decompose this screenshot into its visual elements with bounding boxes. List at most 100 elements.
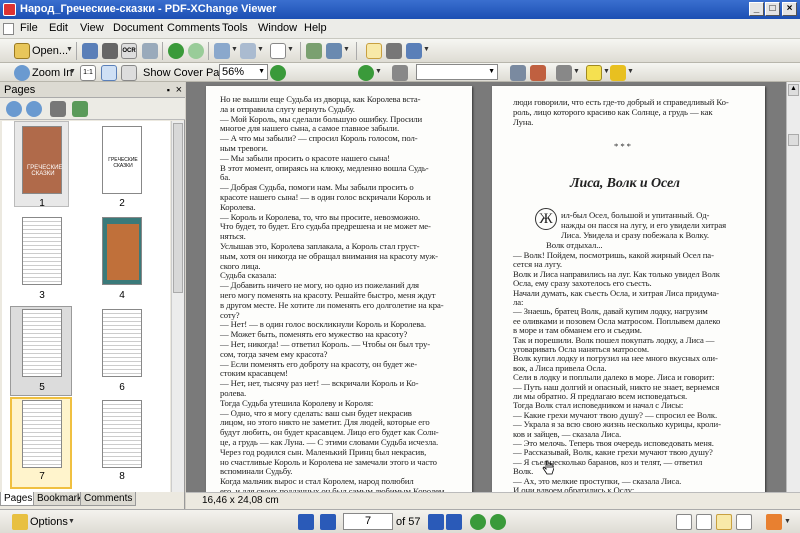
menu-comments[interactable]: Comments — [167, 22, 220, 34]
thumbnail-scroll-thumb[interactable] — [173, 123, 183, 293]
thumbnail-page-2[interactable]: ГРЕЧЕСКИЕ СКАЗКИ — [102, 126, 142, 194]
thumbnail-page-6[interactable] — [102, 309, 142, 377]
previous-page-icon[interactable] — [320, 514, 336, 530]
current-page-input[interactable]: 7 — [343, 513, 393, 530]
page-text-line: сом, тогда зачем ему красота? — [220, 348, 328, 359]
select-dropdown-icon[interactable]: ▼ — [423, 46, 430, 53]
print-icon[interactable] — [102, 43, 118, 59]
zoom-dropdown-icon[interactable]: ▼ — [69, 68, 76, 75]
email-icon[interactable] — [142, 43, 158, 59]
tools-icon[interactable] — [766, 514, 782, 530]
find-next-icon[interactable] — [510, 65, 526, 81]
undo-dropdown-icon[interactable]: ▼ — [231, 46, 238, 53]
add-icon[interactable] — [358, 65, 374, 81]
menu-document[interactable]: Document — [113, 22, 163, 34]
thumbnail-scrollbar[interactable] — [171, 121, 184, 515]
save-icon[interactable] — [82, 43, 98, 59]
forward-icon[interactable] — [188, 43, 204, 59]
menu-edit[interactable]: Edit — [49, 22, 68, 34]
add-dropdown-icon[interactable]: ▼ — [375, 68, 382, 75]
highlight-icon[interactable] — [610, 65, 626, 81]
continuous-view-icon[interactable] — [696, 514, 712, 530]
thumb-zoom-out-icon[interactable] — [26, 101, 42, 117]
thumb-options-icon[interactable] — [72, 101, 88, 117]
thumbnail-page-5[interactable] — [22, 309, 62, 377]
menu-view[interactable]: View — [80, 22, 104, 34]
thumb-label-4: 4 — [119, 290, 125, 301]
hand-tool-icon[interactable] — [366, 43, 382, 59]
document-scrollbar[interactable]: ▲ ▼ — [786, 82, 800, 519]
menu-file[interactable]: File — [20, 22, 38, 34]
open-button[interactable]: Open... — [32, 45, 68, 57]
back-icon[interactable] — [168, 43, 184, 59]
thumbnail-page-4[interactable] — [102, 217, 142, 285]
last-page-icon[interactable] — [446, 514, 462, 530]
note-icon[interactable] — [586, 65, 602, 81]
zoom-in-icon[interactable] — [14, 65, 30, 81]
minimize-button[interactable]: _ — [749, 2, 764, 16]
page-dropdown-icon[interactable]: ▼ — [287, 46, 294, 53]
first-page-icon[interactable] — [298, 514, 314, 530]
menu-tools[interactable]: Tools — [222, 22, 248, 34]
menu-window[interactable]: Window — [258, 22, 297, 34]
zoom-input[interactable]: 56% ▼ — [219, 64, 268, 80]
binoculars-icon[interactable] — [392, 65, 408, 81]
thumbnail-page-1[interactable]: ГРЕЧЕСКИЕ СКАЗКИ — [22, 126, 62, 194]
single-page-view-icon[interactable] — [676, 514, 692, 530]
page-icon[interactable] — [270, 43, 286, 59]
close-button[interactable]: × — [782, 2, 797, 16]
options-dropdown-icon[interactable]: ▼ — [68, 518, 75, 525]
facing-view-icon[interactable] — [716, 514, 732, 530]
search-input[interactable]: ▼ — [416, 64, 498, 80]
nav-forward-icon[interactable] — [490, 514, 506, 530]
thumbnail-page-8[interactable] — [102, 400, 142, 468]
page-text-line: нажды он пасся на лугу, и его увидели хи… — [561, 220, 726, 230]
ocr-icon[interactable]: OCR — [121, 43, 137, 59]
note-dropdown-icon[interactable]: ▼ — [603, 68, 610, 75]
redo-icon[interactable] — [240, 43, 256, 59]
comment-dropdown-icon[interactable]: ▼ — [573, 68, 580, 75]
panel-menu-icon[interactable]: ▪ — [167, 82, 170, 98]
menu-help[interactable]: Help — [304, 22, 327, 34]
document-icon[interactable] — [3, 23, 14, 35]
comment-tool-icon[interactable] — [556, 65, 572, 81]
tab-comments[interactable]: Comments — [80, 492, 137, 506]
pages-dropdown-icon[interactable]: ▼ — [343, 46, 350, 53]
open-dropdown-icon[interactable]: ▼ — [66, 46, 73, 53]
thumb-print-icon[interactable] — [50, 101, 66, 117]
zoom-out-icon[interactable] — [270, 65, 286, 81]
thumb-zoom-in-icon[interactable] — [6, 101, 22, 117]
find-prev-icon[interactable] — [530, 65, 546, 81]
page-text-line: це, а грудь — как Луна. — С этими словам… — [220, 437, 439, 447]
fit-page-icon[interactable] — [101, 65, 117, 81]
page-text-line: вспоминали Судьбу. — [220, 466, 293, 477]
fit-width-icon[interactable] — [121, 65, 137, 81]
tab-pages[interactable]: Pages — [0, 492, 37, 506]
rotate-icon[interactable] — [306, 43, 322, 59]
thumbnail-page-3[interactable] — [22, 217, 62, 285]
undo-icon[interactable] — [214, 43, 230, 59]
thumbnail-page-7[interactable] — [22, 400, 62, 468]
actual-size-icon[interactable]: 1:1 — [80, 65, 96, 81]
drop-cap: Ж — [535, 208, 557, 230]
options-button[interactable]: Options — [30, 516, 68, 528]
maximize-button[interactable]: □ — [765, 2, 780, 16]
continuous-facing-view-icon[interactable] — [736, 514, 752, 530]
thumb-label-5: 5 — [39, 382, 45, 393]
panel-close-icon[interactable]: × — [176, 82, 182, 98]
open-icon[interactable] — [14, 43, 30, 59]
highlight-dropdown-icon[interactable]: ▼ — [627, 68, 634, 75]
next-page-icon[interactable] — [428, 514, 444, 530]
select-tool-icon[interactable] — [406, 43, 422, 59]
page-text-line: ил-был Осел, большой и упитанный. Од- — [561, 210, 710, 220]
document-scroll-thumb[interactable] — [788, 134, 799, 146]
page-text-line: стоким красавцем! — [220, 368, 288, 379]
scroll-up-icon[interactable]: ▲ — [788, 84, 799, 96]
tools-dropdown-icon[interactable]: ▼ — [784, 518, 791, 525]
nav-back-icon[interactable] — [470, 514, 486, 530]
redo-dropdown-icon[interactable]: ▼ — [257, 46, 264, 53]
options-icon[interactable] — [12, 514, 28, 530]
snapshot-icon[interactable] — [386, 43, 402, 59]
zoom-in-button[interactable]: Zoom In — [32, 67, 72, 79]
pages-icon[interactable] — [326, 43, 342, 59]
